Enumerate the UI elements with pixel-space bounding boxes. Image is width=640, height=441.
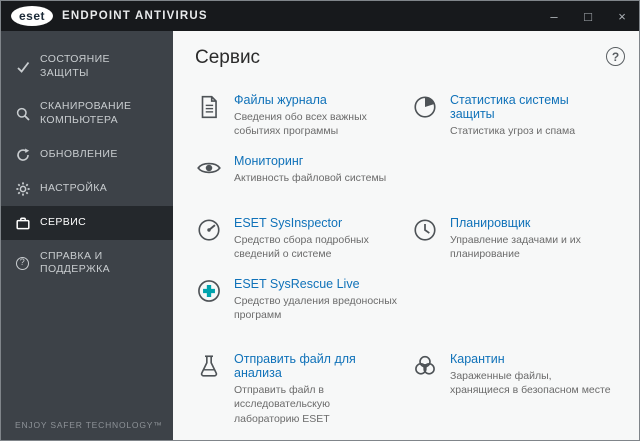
log-files-icon (195, 93, 223, 138)
sidebar-item-label: СОСТОЯНИЕ ЗАЩИТЫ (40, 53, 110, 79)
pie-chart-icon (411, 93, 439, 138)
tool-desc: Сведения обо всех важных событиях програ… (234, 111, 367, 138)
tool-desc: Отправить файл в исследовательскую лабор… (234, 384, 331, 425)
question-icon: ? (15, 256, 30, 270)
tool-desc: Активность файловой системы (234, 172, 387, 185)
tool-sysinspector[interactable]: ESET SysInspector Средство сбора подробн… (195, 216, 411, 261)
gauge-icon (195, 216, 223, 261)
titlebar: eset ENDPOINT ANTIVIRUS – □ × (1, 1, 639, 31)
tools-group-2: ESET SysInspector Средство сбора подробн… (173, 202, 639, 339)
search-icon (15, 107, 30, 121)
maximize-button[interactable]: □ (571, 1, 605, 31)
sidebar: СОСТОЯНИЕ ЗАЩИТЫ СКАНИРОВАНИЕ КОМПЬЮТЕРА… (1, 31, 173, 440)
tool-title-watch-activity[interactable]: Мониторинг (234, 154, 386, 168)
tool-protection-statistics[interactable]: Статистика системы защиты Статистика угр… (411, 93, 625, 138)
tool-desc: Средство удаления вредоносных программ (234, 294, 398, 322)
tools-group-3: Отправить файл для анализа Отправить фай… (173, 338, 639, 440)
tools-page: Сервис ? Файлы журнала Сведения обо всех… (173, 31, 639, 440)
eset-window: eset ENDPOINT ANTIVIRUS – □ × СОСТОЯНИЕ … (0, 0, 640, 441)
tool-title-sysinspector[interactable]: ESET SysInspector (234, 216, 397, 230)
flask-icon (195, 352, 223, 426)
tool-title-sysrescue[interactable]: ESET SysRescue Live (234, 277, 397, 291)
refresh-icon (15, 148, 30, 162)
sidebar-item-tools[interactable]: СЕРВИС (1, 205, 173, 240)
eye-icon (195, 154, 223, 185)
tool-desc: Зараженные файлы, хранящиеся в безопасно… (450, 370, 611, 397)
eset-logo-text: eset (18, 9, 46, 23)
eset-logo: eset (11, 6, 53, 26)
app-body: СОСТОЯНИЕ ЗАЩИТЫ СКАНИРОВАНИЕ КОМПЬЮТЕРА… (1, 31, 639, 440)
tool-desc: Средство сбора подробных сведений о сист… (234, 233, 369, 260)
sidebar-item-label: СПРАВКА И ПОДДЕРЖКА (40, 249, 111, 276)
tool-quarantine[interactable]: Карантин Зараженные файлы, хранящиеся в … (411, 352, 625, 426)
sidebar-item-update[interactable]: ОБНОВЛЕНИЕ (1, 138, 173, 172)
window-controls: – □ × (537, 1, 639, 31)
medical-cross-icon (195, 277, 223, 322)
app-title: ENDPOINT ANTIVIRUS (62, 10, 208, 22)
tool-scheduler[interactable]: Планировщик Управление задачами и их пла… (411, 216, 625, 261)
sidebar-item-label: НАСТРОЙКА (40, 181, 108, 194)
tool-desc: Статистика угроз и спама (450, 125, 576, 137)
help-icon[interactable]: ? (606, 47, 625, 66)
biohazard-icon (411, 352, 439, 426)
sidebar-item-protection-status[interactable]: СОСТОЯНИЕ ЗАЩИТЫ (1, 43, 173, 90)
tool-title-quarantine[interactable]: Карантин (450, 352, 611, 366)
tool-title-submit-sample[interactable]: Отправить файл для анализа (234, 352, 397, 380)
sidebar-item-label: СКАНИРОВАНИЕ КОМПЬЮТЕРА (40, 100, 132, 126)
tool-title-protection-statistics[interactable]: Статистика системы защиты (450, 93, 611, 121)
tool-title-log-files[interactable]: Файлы журнала (234, 93, 397, 107)
tool-log-files[interactable]: Файлы журнала Сведения обо всех важных с… (195, 93, 411, 138)
tool-watch-activity[interactable]: Мониторинг Активность файловой системы (195, 154, 411, 185)
sidebar-item-computer-scan[interactable]: СКАНИРОВАНИЕ КОМПЬЮТЕРА (1, 90, 173, 137)
tool-submit-sample[interactable]: Отправить файл для анализа Отправить фай… (195, 352, 411, 426)
close-button[interactable]: × (605, 1, 639, 31)
gear-icon (15, 181, 30, 196)
sidebar-item-help-support[interactable]: ? СПРАВКА И ПОДДЕРЖКА (1, 240, 173, 287)
toolbox-icon (15, 216, 30, 230)
minimize-button[interactable]: – (537, 1, 571, 31)
clock-icon (411, 216, 439, 261)
sidebar-item-setup[interactable]: НАСТРОЙКА (1, 172, 173, 206)
check-icon (15, 60, 30, 74)
tools-group-1: Файлы журнала Сведения обо всех важных с… (173, 79, 639, 202)
content-header: Сервис ? (173, 31, 639, 79)
tool-desc: Управление задачами и их планирование (450, 233, 581, 260)
tool-sysrescue[interactable]: ESET SysRescue Live Средство удаления вр… (195, 277, 411, 322)
sidebar-item-label: ОБНОВЛЕНИЕ (40, 147, 118, 160)
tool-title-scheduler[interactable]: Планировщик (450, 216, 611, 230)
page-title: Сервис (195, 47, 261, 68)
sidebar-item-label: СЕРВИС (40, 215, 87, 228)
sidebar-footer-slogan: ENJOY SAFER TECHNOLOGY™ (15, 420, 163, 430)
